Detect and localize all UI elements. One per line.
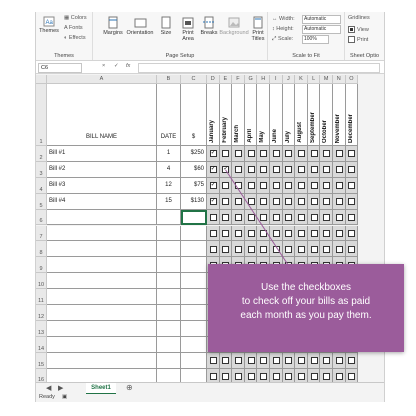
themes-button[interactable]: Aa Themes — [39, 16, 59, 34]
height-label: Height: — [276, 26, 294, 32]
scale-icon: ⤢ — [272, 36, 277, 42]
height-icon: ↕ — [272, 26, 275, 32]
fonts-button[interactable]: A Fonts — [64, 25, 83, 31]
macro-record-icon[interactable]: ▣ — [62, 394, 67, 400]
cancel-icon[interactable]: × — [102, 63, 105, 69]
gridlines-label: Gridlines — [348, 15, 370, 21]
instruction-callout: Use the checkboxes to check off your bil… — [208, 264, 404, 352]
width-label: Width: — [279, 16, 295, 22]
width-icon: ↔ — [272, 16, 278, 22]
margins-icon — [108, 16, 118, 29]
gridlines-print-checkbox[interactable]: Print — [348, 36, 368, 43]
sheet-options-group-label: Sheet Optio — [349, 53, 380, 59]
effects-button[interactable]: ◐ Effects — [64, 35, 86, 41]
callout-line-1: Use the checkboxes — [260, 282, 352, 293]
view-checkbox[interactable] — [348, 26, 355, 33]
breaks-icon — [203, 16, 215, 29]
scroll-left-icon[interactable]: ◀ — [46, 384, 51, 392]
breaks-button[interactable]: Breaks — [199, 16, 219, 36]
print-area-icon — [182, 17, 194, 29]
sheet-options-group: Gridlines View Print Sheet Optio — [345, 12, 384, 60]
scale-label: Scale: — [277, 36, 294, 42]
status-bar: Ready ▣ — [36, 394, 384, 402]
background-button[interactable]: Background — [219, 16, 249, 36]
orientation-icon — [134, 18, 146, 28]
colors-icon: ▦ — [64, 15, 70, 21]
print-titles-button[interactable]: Print Titles — [249, 16, 267, 42]
fonts-icon: A — [64, 25, 68, 31]
colors-button[interactable]: ▦ Colors — [64, 15, 87, 21]
effects-icon: ◐ — [64, 35, 68, 41]
formula-bar: C6 × ✓ fx — [36, 61, 384, 74]
status-text: Ready — [39, 394, 55, 400]
fx-icon[interactable]: fx — [126, 63, 130, 69]
themes-group: Aa Themes ▦ Colors A Fonts ◐ Effects The… — [36, 12, 93, 60]
size-button[interactable]: Size — [157, 16, 175, 36]
background-icon — [228, 17, 240, 28]
name-box[interactable]: C6 — [38, 63, 82, 73]
scroll-right-icon[interactable]: ▶ — [58, 384, 63, 392]
size-icon — [161, 16, 171, 29]
formula-input[interactable] — [138, 63, 380, 73]
page-setup-group: Margins Orientation Size Print Area Brea… — [93, 12, 268, 60]
themes-icon: Aa — [43, 16, 55, 27]
print-checkbox[interactable] — [348, 36, 355, 43]
enter-icon[interactable]: ✓ — [114, 63, 119, 69]
scale-to-fit-group-label: Scale to Fit — [292, 53, 320, 59]
width-select[interactable]: Automatic — [302, 15, 341, 24]
height-select[interactable]: Automatic — [302, 25, 341, 34]
orientation-button[interactable]: Orientation — [125, 16, 155, 36]
svg-text:Aa: Aa — [46, 20, 54, 26]
ribbon: Aa Themes ▦ Colors A Fonts ◐ Effects The… — [36, 12, 384, 61]
margins-button[interactable]: Margins — [101, 16, 125, 36]
print-area-button[interactable]: Print Area — [177, 16, 199, 42]
themes-group-label: Themes — [54, 53, 74, 59]
print-titles-icon — [253, 16, 263, 29]
gridlines-view-checkbox[interactable]: View — [348, 26, 369, 33]
scale-input[interactable]: 100% — [302, 35, 329, 44]
add-sheet-icon[interactable]: ⊕ — [126, 383, 133, 392]
callout-line-3: each month as you pay them. — [240, 310, 372, 321]
callout-line-2: to check off your bills as paid — [241, 296, 371, 307]
sheet-tabs-bar: ◀ ▶ Sheet1 ⊕ — [36, 382, 384, 395]
scale-to-fit-group: ↔ Width: Automatic ↕ Height: Automatic ⤢… — [268, 12, 345, 60]
page-setup-group-label: Page Setup — [165, 53, 195, 59]
